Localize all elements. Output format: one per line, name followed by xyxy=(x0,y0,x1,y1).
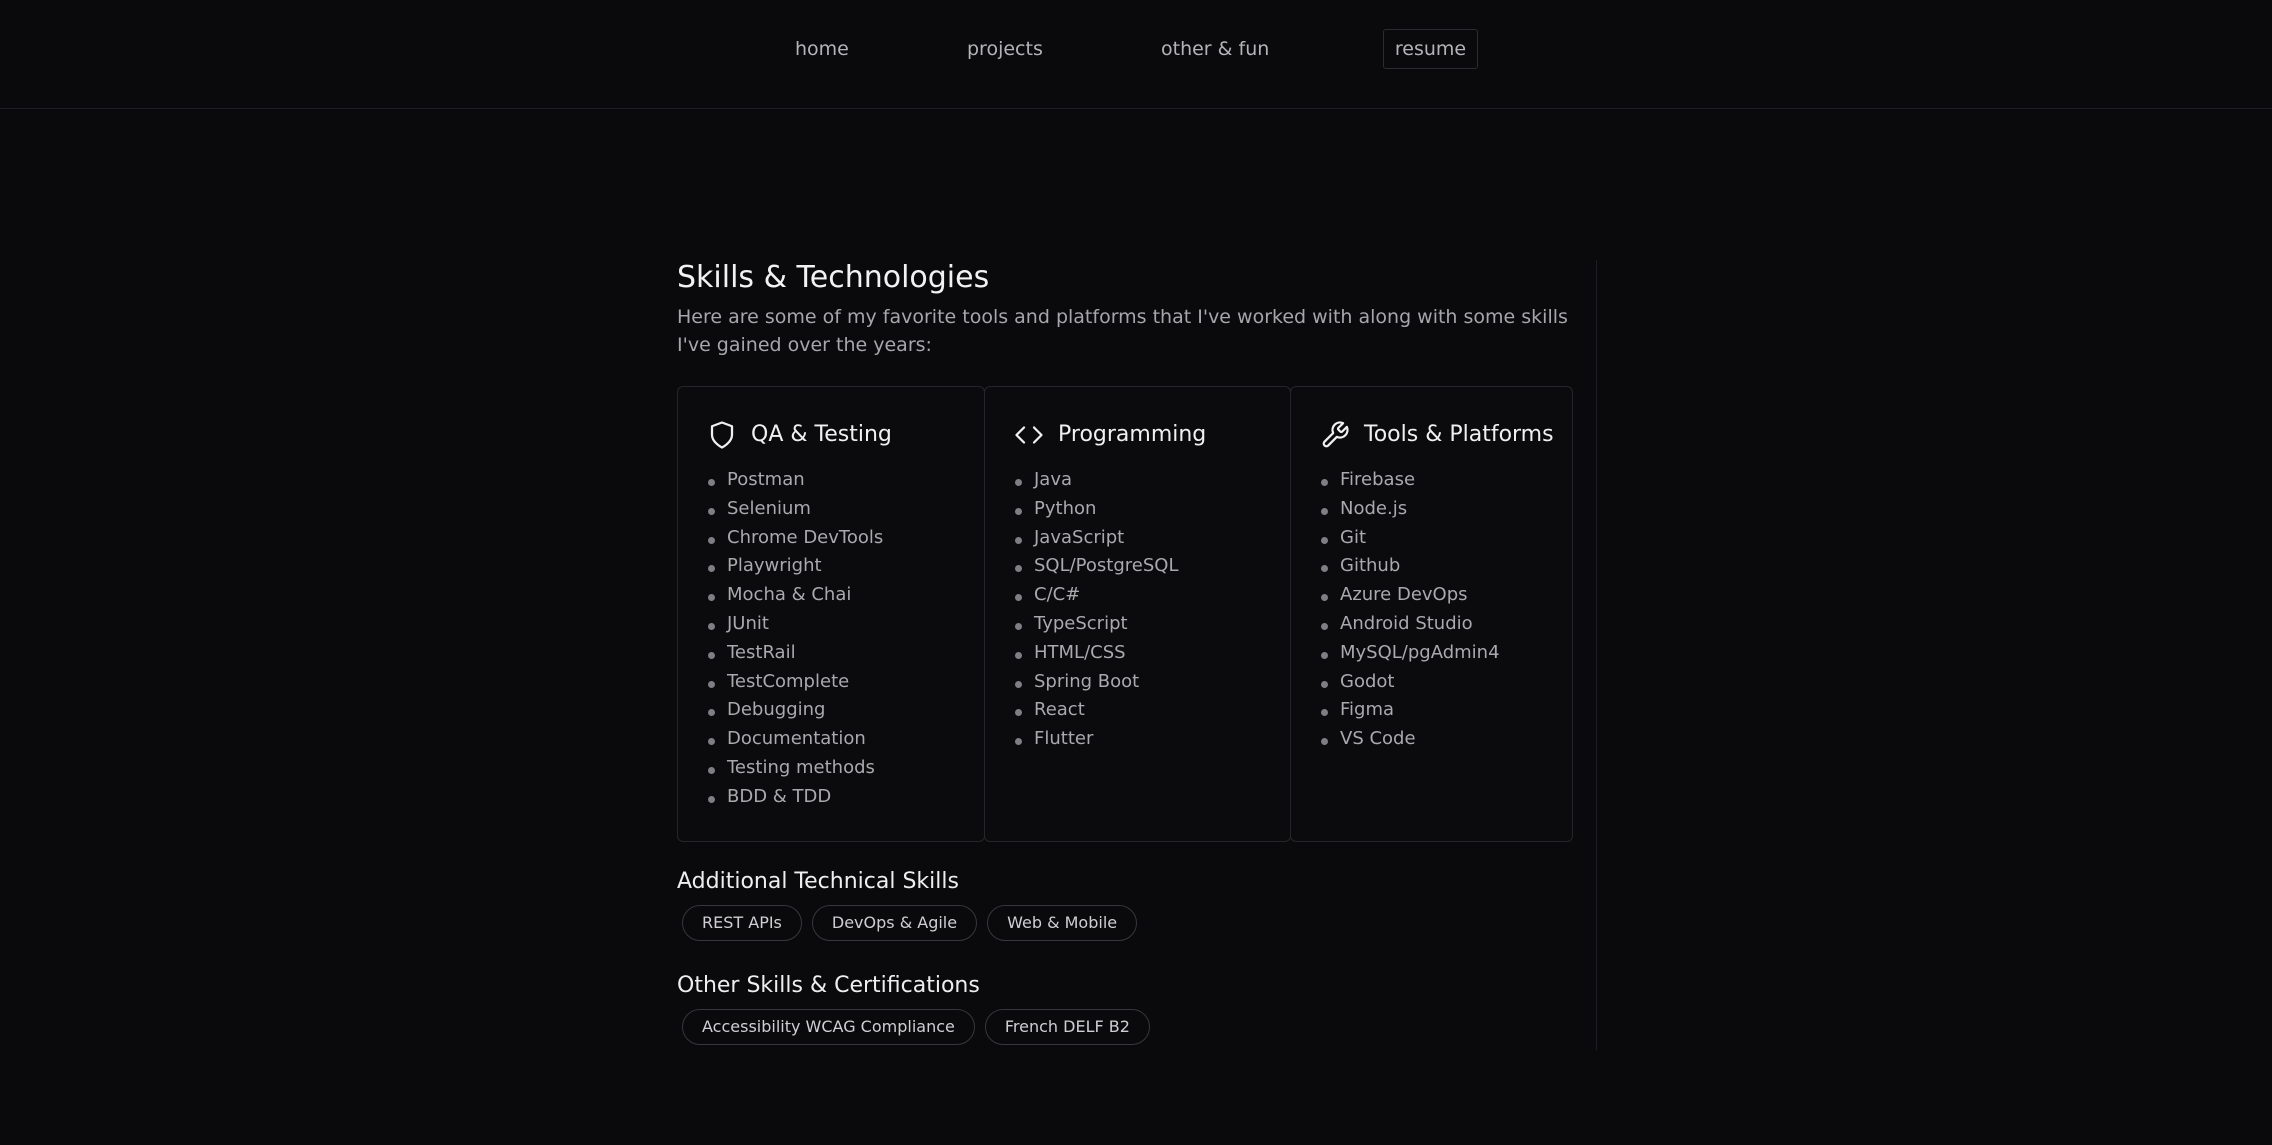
additional-skills-tags: REST APIs DevOps & Agile Web & Mobile xyxy=(682,905,1138,941)
list-item: Playwright xyxy=(707,552,883,581)
list-item: Java xyxy=(1014,466,1178,495)
section-description: Here are some of my favorite tools and p… xyxy=(677,306,1568,356)
list-item: Flutter xyxy=(1014,725,1178,754)
list-item: Documentation xyxy=(707,725,883,754)
skill-card-tools-platforms: Tools & Platforms Firebase Node.js Git G… xyxy=(1290,386,1573,842)
other-skills-title: Other Skills & Certifications xyxy=(677,973,980,998)
nav-other-fun-link[interactable]: other & fun xyxy=(1161,36,1269,62)
list-item: JUnit xyxy=(707,610,883,639)
list-item: Mocha & Chai xyxy=(707,581,883,610)
list-item: Git xyxy=(1320,524,1500,553)
additional-skills-title: Additional Technical Skills xyxy=(677,869,959,894)
skill-tag: Web & Mobile xyxy=(987,905,1138,941)
card-title: Tools & Platforms xyxy=(1364,422,1554,447)
nav-resume-button[interactable]: resume xyxy=(1383,29,1478,69)
list-item: Testing methods xyxy=(707,754,883,783)
nav-projects-link[interactable]: projects xyxy=(967,36,1043,62)
card-header: QA & Testing xyxy=(707,417,892,453)
list-item: VS Code xyxy=(1320,725,1500,754)
skill-tag: Accessibility WCAG Compliance xyxy=(682,1009,975,1045)
section-title: Skills & Technologies xyxy=(677,260,990,295)
list-item: Chrome DevTools xyxy=(707,524,883,553)
list-item: Figma xyxy=(1320,696,1500,725)
other-skills-tags: Accessibility WCAG Compliance French DEL… xyxy=(682,1009,1150,1045)
list-item: Python xyxy=(1014,495,1178,524)
list-item: TypeScript xyxy=(1014,610,1178,639)
wrench-icon xyxy=(1320,420,1350,450)
skill-card-programming: Programming Java Python JavaScript SQL/P… xyxy=(984,386,1291,842)
top-nav: home projects other & fun resume xyxy=(0,0,2272,109)
list-item: TestComplete xyxy=(707,668,883,697)
skill-list: Postman Selenium Chrome DevTools Playwri… xyxy=(707,466,883,812)
list-item: Azure DevOps xyxy=(1320,581,1500,610)
nav-home-link[interactable]: home xyxy=(795,36,849,62)
skill-card-qa-testing: QA & Testing Postman Selenium Chrome Dev… xyxy=(677,386,985,842)
card-title: QA & Testing xyxy=(751,422,892,447)
list-item: Github xyxy=(1320,552,1500,581)
skill-list: Java Python JavaScript SQL/PostgreSQL C/… xyxy=(1014,466,1178,754)
card-header: Tools & Platforms xyxy=(1320,417,1554,453)
skill-tag: DevOps & Agile xyxy=(811,905,978,941)
list-item: Spring Boot xyxy=(1014,668,1178,697)
shield-icon xyxy=(707,420,737,450)
list-item: Godot xyxy=(1320,668,1500,697)
list-item: JavaScript xyxy=(1014,524,1178,553)
section-divider xyxy=(1596,260,1597,1050)
list-item: C/C# xyxy=(1014,581,1178,610)
list-item: TestRail xyxy=(707,639,883,668)
list-item: Android Studio xyxy=(1320,610,1500,639)
list-item: Debugging xyxy=(707,696,883,725)
card-title: Programming xyxy=(1058,422,1207,447)
list-item: Node.js xyxy=(1320,495,1500,524)
card-header: Programming xyxy=(1014,417,1206,453)
skill-tag: French DELF B2 xyxy=(984,1009,1150,1045)
skill-tag: REST APIs xyxy=(682,905,802,941)
list-item: HTML/CSS xyxy=(1014,639,1178,668)
list-item: BDD & TDD xyxy=(707,783,883,812)
list-item: Firebase xyxy=(1320,466,1500,495)
list-item: Postman xyxy=(707,466,883,495)
list-item: SQL/PostgreSQL xyxy=(1014,552,1178,581)
code-icon xyxy=(1014,420,1044,450)
skill-list: Firebase Node.js Git Github Azure DevOps… xyxy=(1320,466,1500,754)
list-item: MySQL/pgAdmin4 xyxy=(1320,639,1500,668)
list-item: React xyxy=(1014,696,1178,725)
list-item: Selenium xyxy=(707,495,883,524)
